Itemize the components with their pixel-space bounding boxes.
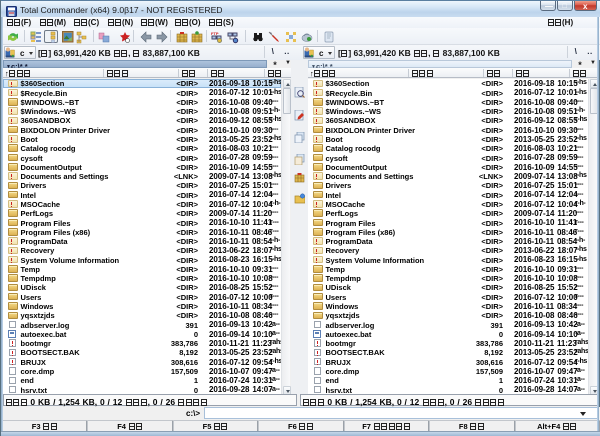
svg-text:FTP: FTP — [211, 31, 219, 36]
